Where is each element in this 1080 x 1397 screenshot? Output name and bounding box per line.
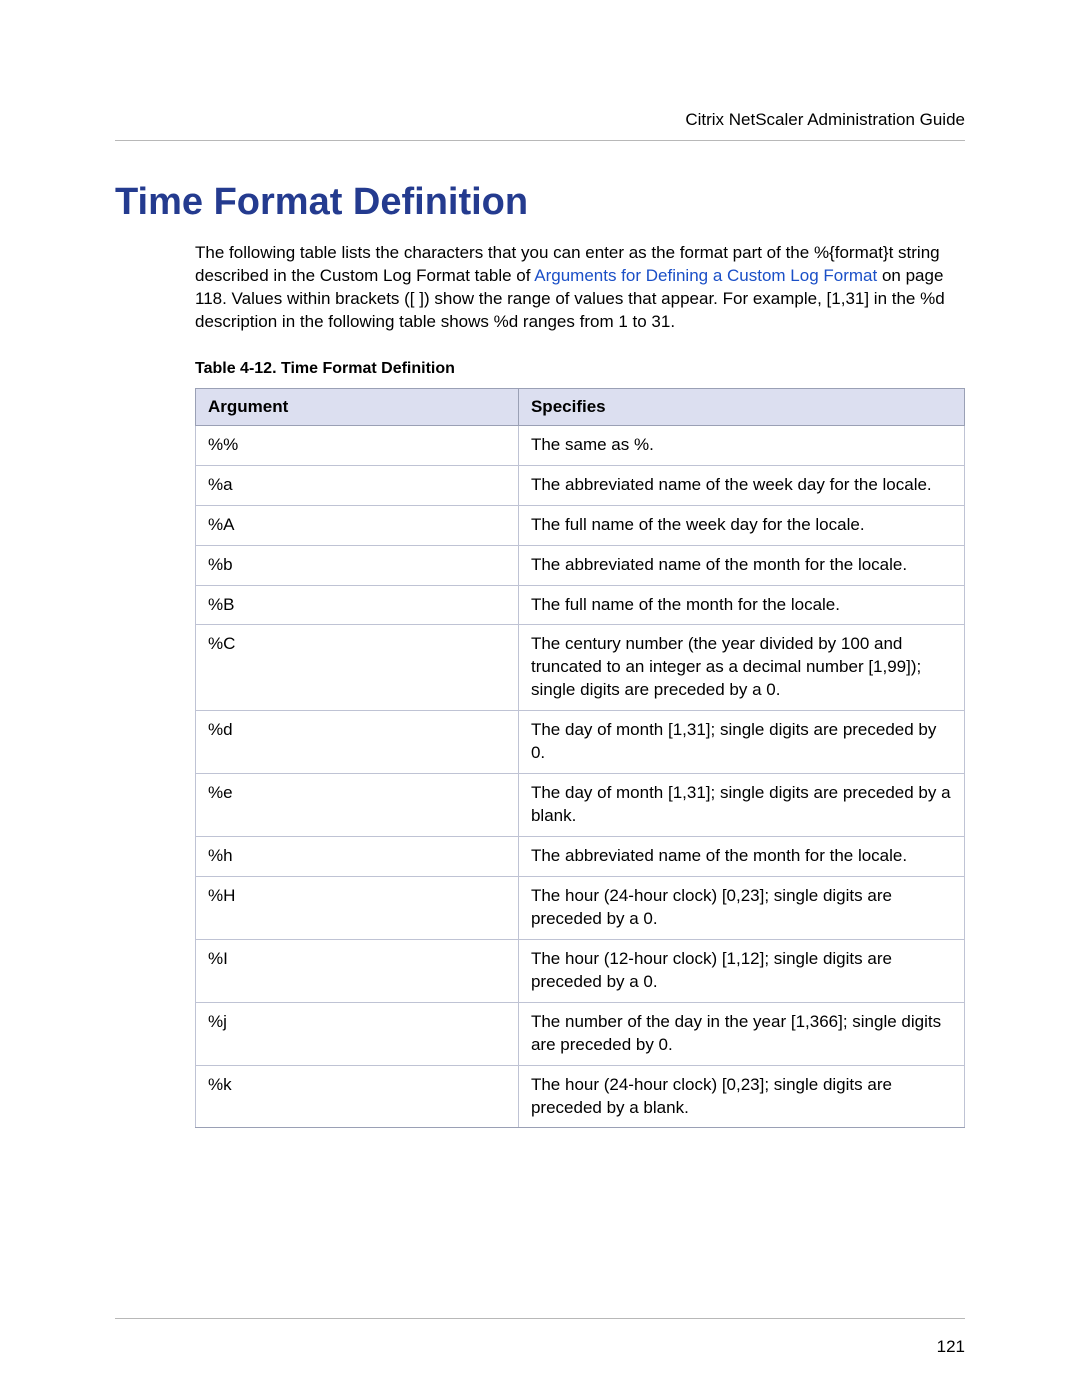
page-title: Time Format Definition <box>115 181 965 224</box>
table-header-row: Argument Specifies <box>196 388 965 425</box>
table-row: %% The same as %. <box>196 425 965 465</box>
table-row: %B The full name of the month for the lo… <box>196 585 965 625</box>
page-container: Citrix NetScaler Administration Guide Ti… <box>0 0 1080 1397</box>
header-rule <box>115 140 965 141</box>
intro-paragraph: The following table lists the characters… <box>195 242 965 334</box>
cell-specifies: The full name of the week day for the lo… <box>518 505 964 545</box>
cell-argument: %b <box>196 545 519 585</box>
cell-argument: %e <box>196 774 519 837</box>
table-row: %H The hour (24-hour clock) [0,23]; sing… <box>196 876 965 939</box>
cell-argument: %% <box>196 425 519 465</box>
cell-argument: %C <box>196 625 519 711</box>
table-row: %h The abbreviated name of the month for… <box>196 837 965 877</box>
cell-specifies: The hour (12-hour clock) [1,12]; single … <box>518 939 964 1002</box>
cell-specifies: The abbreviated name of the month for th… <box>518 837 964 877</box>
table-caption: Table 4-12. Time Format Definition <box>195 360 965 378</box>
table-row: %d The day of month [1,31]; single digit… <box>196 711 965 774</box>
cell-argument: %a <box>196 465 519 505</box>
table-row: %C The century number (the year divided … <box>196 625 965 711</box>
cell-argument: %A <box>196 505 519 545</box>
page-number: 121 <box>937 1337 965 1357</box>
time-format-table: Argument Specifies %% The same as %. %a … <box>195 388 965 1129</box>
table-row: %I The hour (12-hour clock) [1,12]; sing… <box>196 939 965 1002</box>
cell-specifies: The day of month [1,31]; single digits a… <box>518 774 964 837</box>
cell-argument: %j <box>196 1002 519 1065</box>
footer-rule <box>115 1318 965 1319</box>
cell-argument: %H <box>196 876 519 939</box>
cell-specifies: The same as %. <box>518 425 964 465</box>
col-header-specifies: Specifies <box>518 388 964 425</box>
table-row: %e The day of month [1,31]; single digit… <box>196 774 965 837</box>
cell-specifies: The full name of the month for the local… <box>518 585 964 625</box>
cell-specifies: The abbreviated name of the month for th… <box>518 545 964 585</box>
custom-log-format-link[interactable]: Arguments for Defining a Custom Log Form… <box>534 266 877 285</box>
running-header: Citrix NetScaler Administration Guide <box>115 110 965 130</box>
table-row: %b The abbreviated name of the month for… <box>196 545 965 585</box>
cell-argument: %d <box>196 711 519 774</box>
cell-specifies: The hour (24-hour clock) [0,23]; single … <box>518 876 964 939</box>
cell-argument: %k <box>196 1065 519 1128</box>
cell-argument: %I <box>196 939 519 1002</box>
cell-specifies: The day of month [1,31]; single digits a… <box>518 711 964 774</box>
cell-specifies: The hour (24-hour clock) [0,23]; single … <box>518 1065 964 1128</box>
col-header-argument: Argument <box>196 388 519 425</box>
table-row: %a The abbreviated name of the week day … <box>196 465 965 505</box>
table-row: %A The full name of the week day for the… <box>196 505 965 545</box>
cell-specifies: The number of the day in the year [1,366… <box>518 1002 964 1065</box>
cell-argument: %h <box>196 837 519 877</box>
table-row: %k The hour (24-hour clock) [0,23]; sing… <box>196 1065 965 1128</box>
cell-specifies: The century number (the year divided by … <box>518 625 964 711</box>
table-row: %j The number of the day in the year [1,… <box>196 1002 965 1065</box>
cell-specifies: The abbreviated name of the week day for… <box>518 465 964 505</box>
cell-argument: %B <box>196 585 519 625</box>
